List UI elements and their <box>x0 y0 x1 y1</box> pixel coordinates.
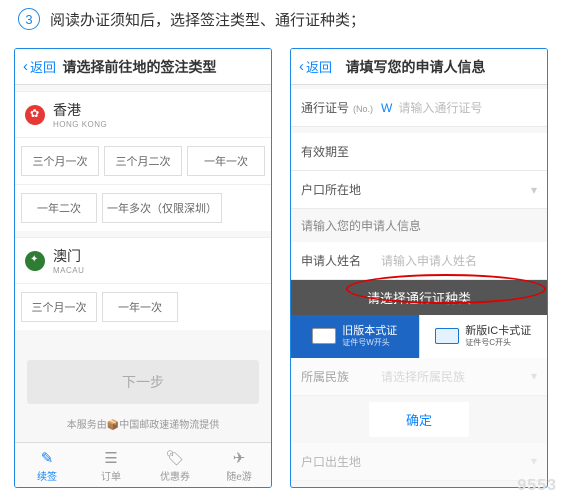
option-sub: 证件号W开头 <box>342 338 397 348</box>
modal-card-type: 请选择通行证种类 旧版本式证 证件号W开头 新版IC卡式证 证件号C开头 <box>291 280 547 358</box>
tag-icon: 🏷 <box>143 449 207 467</box>
pass-number-placeholder: 请输入通行证号 <box>398 99 537 116</box>
service-footer: 本服务由📦中国邮政速递物流提供 <box>15 416 271 431</box>
phone-right: ‹ 返回 请填写您的申请人信息 通行证号(No.) W 请输入通行证号 有效期至… <box>290 48 548 488</box>
modal-title: 请选择通行证种类 <box>291 280 547 315</box>
pass-number-row[interactable]: 通行证号(No.) W 请输入通行证号 <box>291 89 547 127</box>
field-label: 通行证号(No.) <box>301 99 381 116</box>
option-name: 新版IC卡式证 <box>465 325 531 338</box>
visa-option[interactable]: 一年一次 <box>187 146 265 176</box>
ic-card-icon <box>435 328 459 344</box>
step-header: 3 阅读办证须知后，选择签注类型、通行证种类； <box>0 0 567 38</box>
step-number-circle: 3 <box>18 8 40 30</box>
tab-renew[interactable]: ✎ 续签 <box>15 443 79 487</box>
region-sub: MACAU <box>53 266 84 275</box>
nav-bar: ‹ 返回 请填写您的申请人信息 <box>291 49 547 85</box>
field-label: 申请人姓名 <box>301 252 381 269</box>
field-label: 有效期至 <box>301 143 381 160</box>
visa-option[interactable]: 三个月二次 <box>104 146 182 176</box>
expiry-row[interactable]: 有效期至 <box>291 133 547 171</box>
tab-travel[interactable]: ✈ 随e游 <box>207 443 271 487</box>
macau-flag-icon <box>25 251 45 271</box>
region-name: 澳门 <box>53 246 84 266</box>
list-icon: ☰ <box>79 449 143 467</box>
visa-option[interactable]: 一年一次 <box>102 292 178 322</box>
visa-option[interactable]: 三个月一次 <box>21 292 97 322</box>
applicant-name-row[interactable]: 申请人姓名 请输入申请人姓名 <box>291 242 547 280</box>
visa-option[interactable]: 一年二次 <box>21 193 97 223</box>
phone-left: ‹ 返回 请选择前往地的签注类型 香港 HONG KONG 三个月一次 三个月二… <box>14 48 272 488</box>
phones-container: ‹ 返回 请选择前往地的签注类型 香港 HONG KONG 三个月一次 三个月二… <box>0 38 567 498</box>
ethnic-row[interactable]: 所属民族 请选择所属民族 ▾ <box>291 358 547 396</box>
tab-bar: ✎ 续签 ☰ 订单 🏷 优惠券 ✈ 随e游 <box>15 442 271 487</box>
chevron-down-icon: ▾ <box>531 369 537 383</box>
nav-title: 请填写您的申请人信息 <box>292 57 539 77</box>
plane-icon: ✈ <box>207 449 271 467</box>
modal-option-new[interactable]: 新版IC卡式证 证件号C开头 <box>419 315 548 358</box>
region-macau-header: 澳门 MACAU <box>15 237 271 284</box>
mo-options-row: 三个月一次 一年一次 <box>15 284 271 330</box>
nav-bar: ‹ 返回 请选择前往地的签注类型 <box>15 49 271 85</box>
tab-label: 订单 <box>101 472 121 483</box>
nav-title: 请选择前往地的签注类型 <box>16 57 263 77</box>
field-label: 户口出生地 <box>301 453 381 470</box>
passport-booklet-icon <box>312 328 336 344</box>
watermark: 9553 <box>517 477 557 495</box>
tab-label: 续签 <box>37 472 57 483</box>
visa-option[interactable]: 三个月一次 <box>21 146 99 176</box>
tab-label: 随e游 <box>226 472 252 483</box>
birth-row[interactable]: 户口出生地 ▾ <box>291 443 547 481</box>
region-name: 香港 <box>53 100 107 120</box>
field-label: 户口所在地 <box>301 181 381 198</box>
chevron-down-icon: ▾ <box>531 454 537 468</box>
edit-icon: ✎ <box>15 449 79 467</box>
hk-options-row1: 三个月一次 三个月二次 一年一次 <box>15 138 271 185</box>
visa-option[interactable]: 一年多次（仅限深圳） <box>102 193 222 223</box>
hongkong-flag-icon <box>25 105 45 125</box>
modal-options: 旧版本式证 证件号W开头 新版IC卡式证 证件号C开头 <box>291 315 547 358</box>
chevron-down-icon: ▾ <box>531 183 537 197</box>
applicant-placeholder: 请输入申请人姓名 <box>381 252 537 269</box>
applicant-info-hint: 请输入您的申请人信息 <box>291 209 547 242</box>
region-sub: HONG KONG <box>53 120 107 129</box>
tab-orders[interactable]: ☰ 订单 <box>79 443 143 487</box>
region-hongkong-header: 香港 HONG KONG <box>15 91 271 138</box>
modal-option-old[interactable]: 旧版本式证 证件号W开头 <box>291 315 419 358</box>
step-text: 阅读办证须知后，选择签注类型、通行证种类； <box>50 9 365 30</box>
ethnic-placeholder: 请选择所属民族 <box>381 368 531 385</box>
next-button[interactable]: 下一步 <box>27 360 259 404</box>
modal-confirm-button[interactable]: 确定 <box>369 402 469 437</box>
tab-label: 优惠券 <box>160 472 190 483</box>
option-name: 旧版本式证 <box>342 325 397 338</box>
option-sub: 证件号C开头 <box>465 338 531 348</box>
hukou-row[interactable]: 户口所在地 ▾ <box>291 171 547 209</box>
w-prefix: W <box>381 101 392 115</box>
hk-options-row2: 一年二次 一年多次（仅限深圳） <box>15 185 271 231</box>
tab-coupons[interactable]: 🏷 优惠券 <box>143 443 207 487</box>
field-label: 所属民族 <box>301 368 381 385</box>
